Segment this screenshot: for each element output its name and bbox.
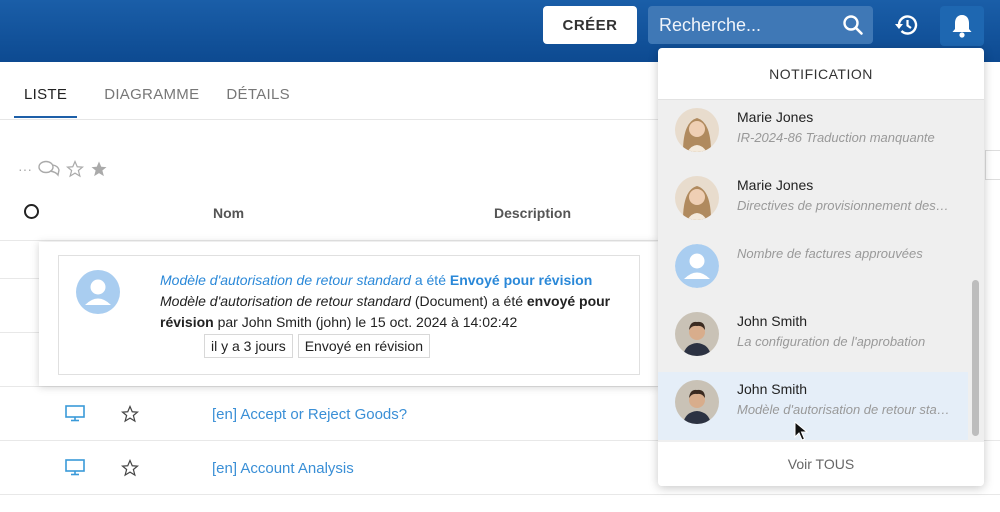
notification-sender: Marie Jones [737, 109, 814, 125]
view-tabs: LISTE DIAGRAMME DÉTAILS [14, 86, 317, 118]
document-link[interactable]: Modèle d'autorisation de retour standard [160, 272, 411, 288]
notification-panel-title: NOTIFICATION [658, 48, 984, 100]
body-details: par John Smith (john) le 15 oct. 2024 à … [213, 314, 518, 330]
notification-message: Nombre de factures approuvées [737, 246, 923, 261]
notification-message: Directives de provisionnement des compte… [737, 198, 952, 213]
tab-diagramme[interactable]: DIAGRAMME [104, 86, 199, 118]
man-avatar [675, 312, 719, 356]
row-name-link[interactable]: [en] Account Analysis [212, 460, 354, 477]
notification-sender: John Smith [737, 313, 808, 329]
notification-sender: Marie Jones [737, 177, 814, 193]
status-chip: Envoyé en révision [297, 334, 430, 358]
search-icon[interactable] [842, 14, 864, 41]
notification-detail-text: Modèle d'autorisation de retour standard… [160, 270, 630, 333]
notification-sender: John Smith [737, 381, 808, 397]
row-name-link[interactable]: [en] Accept or Reject Goods? [212, 406, 407, 423]
favorite-star-icon[interactable] [121, 405, 139, 423]
notification-message: Modèle d'autorisation de retour standard [737, 402, 952, 417]
notification-chips: il y a 3 jours Envoyé en révision [204, 334, 430, 358]
tabs-divider [0, 119, 660, 120]
notification-item[interactable]: John Smith La configuration de l'approba… [658, 304, 968, 372]
monitor-icon [65, 459, 85, 476]
search-input[interactable] [648, 14, 833, 36]
column-header-description[interactable]: Description [494, 205, 571, 221]
list-toolbar: ··· [18, 160, 108, 178]
history-icon[interactable] [893, 11, 921, 44]
row-divider [0, 240, 660, 241]
notification-item[interactable]: Marie Jones IR-2024-86 Traduction manqua… [658, 100, 968, 168]
mouse-cursor-icon [794, 421, 808, 441]
table-row[interactable]: [en] Accept or Reject Goods? [0, 405, 660, 455]
favorite-star-icon[interactable] [121, 459, 139, 477]
more-icon[interactable]: ··· [18, 161, 32, 177]
create-button[interactable]: CRÉER [543, 6, 637, 44]
column-header-name[interactable]: Nom [213, 205, 244, 221]
woman-avatar [675, 108, 719, 152]
notification-item[interactable]: Marie Jones Directives de provisionnemen… [658, 168, 968, 236]
time-chip: il y a 3 jours [204, 334, 293, 358]
body-document-name: Modèle d'autorisation de retour standard [160, 293, 411, 309]
tab-liste[interactable]: LISTE [14, 86, 78, 118]
status-link[interactable]: Envoyé pour révision [450, 272, 592, 288]
notification-item[interactable]: John Smith Modèle d'autorisation de reto… [658, 372, 968, 440]
star-filled-icon[interactable] [90, 160, 108, 178]
notification-panel: NOTIFICATION Marie Jones IR-2024-86 Trad… [658, 48, 984, 486]
notification-message: La configuration de l'approbation [737, 334, 926, 349]
notification-list: Marie Jones IR-2024-86 Traduction manqua… [658, 100, 984, 484]
notification-detail-popup: Modèle d'autorisation de retour standard… [39, 242, 658, 386]
row-divider [0, 386, 660, 387]
title-connector: a été [410, 272, 450, 288]
search-box[interactable] [648, 6, 873, 44]
bell-icon [952, 15, 972, 38]
select-all-radio[interactable] [24, 204, 39, 219]
notification-button[interactable] [940, 6, 984, 46]
comments-icon[interactable] [38, 160, 60, 178]
star-outline-icon[interactable] [66, 160, 84, 178]
notification-scrollbar[interactable] [972, 280, 979, 436]
monitor-icon [65, 405, 85, 422]
default-avatar-icon [675, 244, 719, 288]
tab-details[interactable]: DÉTAILS [226, 86, 290, 118]
default-avatar-icon [76, 270, 120, 314]
partial-element [985, 150, 1000, 180]
body-connector: (Document) a été [410, 293, 527, 309]
man-avatar [675, 380, 719, 424]
table-row[interactable]: [en] Account Analysis [0, 459, 660, 509]
notification-item[interactable]: Nombre de factures approuvées [658, 236, 968, 304]
woman-avatar [675, 176, 719, 220]
notification-message: IR-2024-86 Traduction manquante [737, 130, 935, 145]
see-all-link[interactable]: Voir TOUS [658, 442, 984, 486]
notification-detail-card: Modèle d'autorisation de retour standard… [58, 255, 640, 375]
